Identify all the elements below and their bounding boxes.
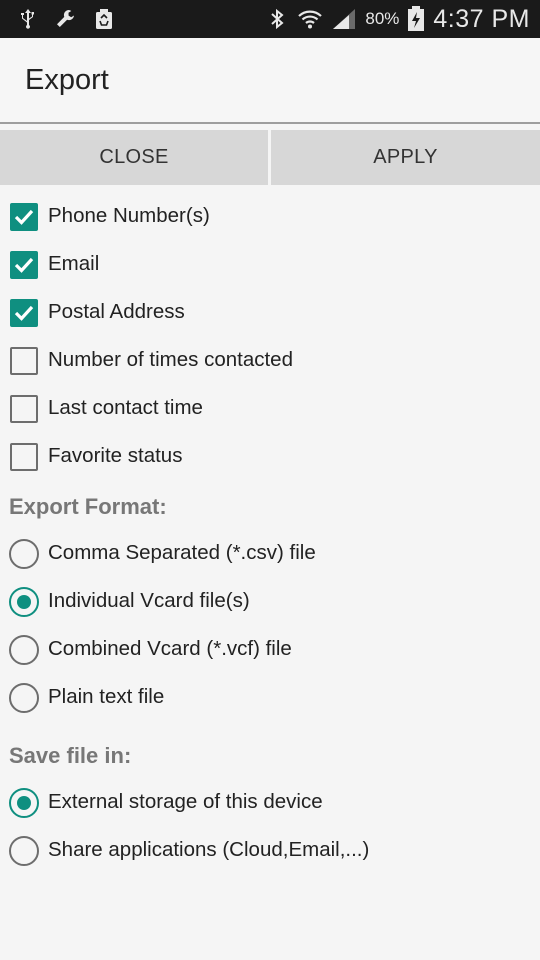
- radio-button[interactable]: [9, 683, 39, 713]
- field-option-label: Favorite status: [48, 444, 183, 467]
- field-option-email[interactable]: Email: [0, 241, 540, 289]
- signal-icon: [333, 9, 356, 29]
- field-option-postal[interactable]: Postal Address: [0, 289, 540, 337]
- close-button[interactable]: CLOSE: [0, 130, 268, 185]
- wrench-icon: [57, 10, 74, 27]
- page-title: Export: [25, 64, 109, 96]
- format-option-label: Combined Vcard (*.vcf) file: [48, 637, 292, 660]
- save-option-external-storage[interactable]: External storage of this device: [0, 779, 540, 827]
- checkmark-icon: [14, 209, 34, 225]
- format-option-label: Individual Vcard file(s): [48, 589, 250, 612]
- format-option-combined-vcard[interactable]: Combined Vcard (*.vcf) file: [0, 626, 540, 674]
- field-option-label: Phone Number(s): [48, 204, 210, 227]
- radio-button[interactable]: [9, 539, 39, 569]
- save-option-label: External storage of this device: [48, 790, 323, 813]
- checkbox[interactable]: [10, 251, 38, 279]
- clock: 4:37 PM: [433, 4, 530, 33]
- checkmark-icon: [14, 257, 34, 273]
- radio-button[interactable]: [9, 587, 39, 617]
- format-option-plain-text[interactable]: Plain text file: [0, 674, 540, 722]
- status-bar: 80% 4:37 PM: [0, 0, 540, 38]
- field-option-label: Email: [48, 252, 100, 275]
- field-option-last-contact[interactable]: Last contact time: [0, 385, 540, 433]
- field-option-label: Number of times contacted: [48, 348, 293, 371]
- radio-button[interactable]: [9, 836, 39, 866]
- checkbox[interactable]: [10, 203, 38, 231]
- format-option-csv[interactable]: Comma Separated (*.csv) file: [0, 530, 540, 578]
- radio-button[interactable]: [9, 635, 39, 665]
- battery-charging-icon: [408, 6, 425, 31]
- field-option-times-contacted[interactable]: Number of times contacted: [0, 337, 540, 385]
- recycle-icon: [96, 9, 112, 29]
- field-option-favorite[interactable]: Favorite status: [0, 433, 540, 481]
- format-option-individual-vcard[interactable]: Individual Vcard file(s): [0, 578, 540, 626]
- format-option-label: Plain text file: [48, 685, 165, 708]
- radio-button[interactable]: [9, 788, 39, 818]
- button-bar: CLOSE APPLY: [0, 130, 540, 185]
- checkbox[interactable]: [10, 347, 38, 375]
- save-option-label: Share applications (Cloud,Email,...): [48, 838, 370, 861]
- wifi-icon: [298, 10, 323, 29]
- save-option-share-applications[interactable]: Share applications (Cloud,Email,...): [0, 827, 540, 875]
- export-format-heading: Export Format:: [9, 494, 167, 519]
- action-bar: Export: [0, 38, 540, 124]
- apply-button[interactable]: APPLY: [271, 130, 540, 185]
- save-location-heading: Save file in:: [9, 743, 132, 768]
- format-option-label: Comma Separated (*.csv) file: [48, 541, 316, 564]
- usb-icon: [21, 9, 34, 29]
- bluetooth-icon: [271, 8, 284, 30]
- checkbox[interactable]: [10, 443, 38, 471]
- checkbox[interactable]: [10, 395, 38, 423]
- field-option-label: Postal Address: [48, 300, 185, 323]
- field-option-phone[interactable]: Phone Number(s): [0, 193, 540, 241]
- checkmark-icon: [14, 305, 34, 321]
- checkbox[interactable]: [10, 299, 38, 327]
- field-option-label: Last contact time: [48, 396, 203, 419]
- battery-percent: 80%: [365, 9, 400, 28]
